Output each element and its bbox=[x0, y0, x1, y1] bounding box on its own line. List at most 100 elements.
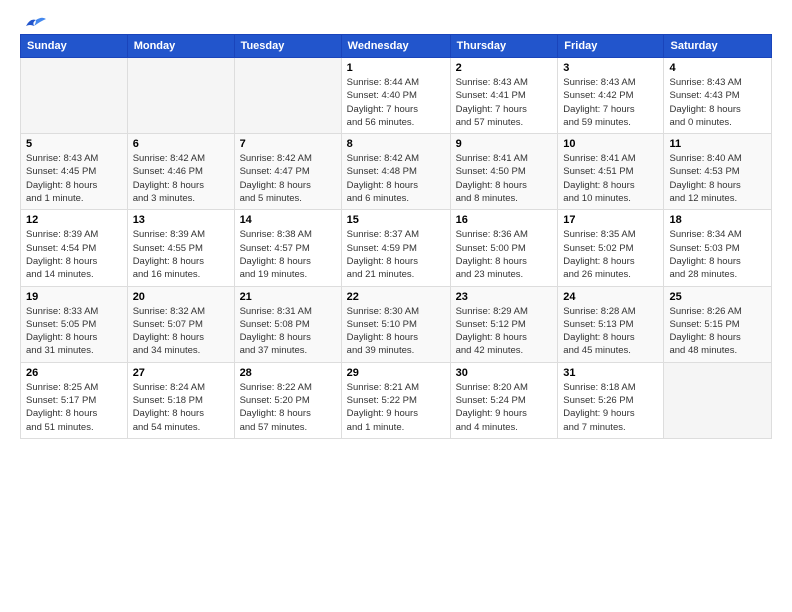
day-info: Sunrise: 8:44 AM Sunset: 4:40 PM Dayligh… bbox=[347, 76, 445, 129]
day-number: 2 bbox=[456, 62, 553, 74]
day-number: 27 bbox=[133, 367, 229, 379]
header bbox=[20, 16, 772, 28]
day-number: 12 bbox=[26, 214, 122, 226]
calendar-cell bbox=[664, 362, 772, 438]
day-number: 6 bbox=[133, 138, 229, 150]
calendar-cell: 9 Sunrise: 8:41 AM Sunset: 4:50 PM Daylig… bbox=[450, 134, 558, 210]
day-info: Sunrise: 8:42 AM Sunset: 4:46 PM Dayligh… bbox=[133, 152, 229, 205]
week-row-4: 19Sunrise: 8:33 AM Sunset: 5:05 PM Dayli… bbox=[21, 286, 772, 362]
day-number: 15 bbox=[347, 214, 445, 226]
day-number: 23 bbox=[456, 291, 553, 303]
day-number: 16 bbox=[456, 214, 553, 226]
day-number: 29 bbox=[347, 367, 445, 379]
calendar-cell: 27 Sunrise: 8:24 AM Sunset: 5:18 PM Dayli… bbox=[127, 362, 234, 438]
calendar-cell bbox=[234, 58, 341, 134]
day-info: Sunrise: 8:21 AM Sunset: 5:22 PM Dayligh… bbox=[347, 381, 445, 434]
calendar-cell: 12 Sunrise: 8:39 AM Sunset: 4:54 PM Dayli… bbox=[21, 210, 128, 286]
day-number: 7 bbox=[240, 138, 336, 150]
day-number: 11 bbox=[669, 138, 766, 150]
day-info: Sunrise: 8:20 AM Sunset: 5:24 PM Dayligh… bbox=[456, 381, 553, 434]
calendar-cell: 14Sunrise: 8:38 AM Sunset: 4:57 PM Dayli… bbox=[234, 210, 341, 286]
day-info: Sunrise: 8:37 AM Sunset: 4:59 PM Dayligh… bbox=[347, 228, 445, 281]
calendar-cell: 11 Sunrise: 8:40 AM Sunset: 4:53 PM Dayli… bbox=[664, 134, 772, 210]
calendar-cell: 28 Sunrise: 8:22 AM Sunset: 5:20 PM Dayli… bbox=[234, 362, 341, 438]
calendar-cell: 29 Sunrise: 8:21 AM Sunset: 5:22 PM Dayli… bbox=[341, 362, 450, 438]
calendar-cell: 16Sunrise: 8:36 AM Sunset: 5:00 PM Dayli… bbox=[450, 210, 558, 286]
calendar-cell: 15 Sunrise: 8:37 AM Sunset: 4:59 PM Dayli… bbox=[341, 210, 450, 286]
day-info: Sunrise: 8:25 AM Sunset: 5:17 PM Dayligh… bbox=[26, 381, 122, 434]
calendar-cell: 25Sunrise: 8:26 AM Sunset: 5:15 PM Dayli… bbox=[664, 286, 772, 362]
calendar-cell: 22Sunrise: 8:30 AM Sunset: 5:10 PM Dayli… bbox=[341, 286, 450, 362]
day-number: 18 bbox=[669, 214, 766, 226]
calendar-cell: 23 Sunrise: 8:29 AM Sunset: 5:12 PM Dayli… bbox=[450, 286, 558, 362]
calendar-cell: 6 Sunrise: 8:42 AM Sunset: 4:46 PM Daylig… bbox=[127, 134, 234, 210]
calendar-cell: 20Sunrise: 8:32 AM Sunset: 5:07 PM Dayli… bbox=[127, 286, 234, 362]
day-info: Sunrise: 8:31 AM Sunset: 5:08 PM Dayligh… bbox=[240, 305, 336, 358]
day-number: 1 bbox=[347, 62, 445, 74]
day-info: Sunrise: 8:40 AM Sunset: 4:53 PM Dayligh… bbox=[669, 152, 766, 205]
calendar-cell: 2 Sunrise: 8:43 AM Sunset: 4:41 PM Daylig… bbox=[450, 58, 558, 134]
col-header-saturday: Saturday bbox=[664, 35, 772, 58]
calendar-cell bbox=[21, 58, 128, 134]
calendar-cell: 30 Sunrise: 8:20 AM Sunset: 5:24 PM Dayli… bbox=[450, 362, 558, 438]
calendar-cell: 5 Sunrise: 8:43 AM Sunset: 4:45 PM Daylig… bbox=[21, 134, 128, 210]
day-info: Sunrise: 8:43 AM Sunset: 4:45 PM Dayligh… bbox=[26, 152, 122, 205]
day-info: Sunrise: 8:41 AM Sunset: 4:51 PM Dayligh… bbox=[563, 152, 658, 205]
day-info: Sunrise: 8:43 AM Sunset: 4:43 PM Dayligh… bbox=[669, 76, 766, 129]
day-number: 4 bbox=[669, 62, 766, 74]
day-number: 26 bbox=[26, 367, 122, 379]
calendar-cell: 17Sunrise: 8:35 AM Sunset: 5:02 PM Dayli… bbox=[558, 210, 664, 286]
week-row-5: 26 Sunrise: 8:25 AM Sunset: 5:17 PM Dayli… bbox=[21, 362, 772, 438]
day-info: Sunrise: 8:41 AM Sunset: 4:50 PM Dayligh… bbox=[456, 152, 553, 205]
calendar-cell: 3 Sunrise: 8:43 AM Sunset: 4:42 PM Daylig… bbox=[558, 58, 664, 134]
day-number: 25 bbox=[669, 291, 766, 303]
day-number: 30 bbox=[456, 367, 553, 379]
calendar-cell: 13Sunrise: 8:39 AM Sunset: 4:55 PM Dayli… bbox=[127, 210, 234, 286]
calendar-cell: 18 Sunrise: 8:34 AM Sunset: 5:03 PM Dayli… bbox=[664, 210, 772, 286]
calendar-cell: 8 Sunrise: 8:42 AM Sunset: 4:48 PM Daylig… bbox=[341, 134, 450, 210]
week-row-3: 12 Sunrise: 8:39 AM Sunset: 4:54 PM Dayli… bbox=[21, 210, 772, 286]
day-info: Sunrise: 8:18 AM Sunset: 5:26 PM Dayligh… bbox=[563, 381, 658, 434]
col-header-monday: Monday bbox=[127, 35, 234, 58]
col-header-thursday: Thursday bbox=[450, 35, 558, 58]
calendar-cell: 21 Sunrise: 8:31 AM Sunset: 5:08 PM Dayli… bbox=[234, 286, 341, 362]
day-number: 31 bbox=[563, 367, 658, 379]
calendar-cell: 19Sunrise: 8:33 AM Sunset: 5:05 PM Dayli… bbox=[21, 286, 128, 362]
logo-bird-icon bbox=[22, 16, 46, 32]
day-info: Sunrise: 8:43 AM Sunset: 4:42 PM Dayligh… bbox=[563, 76, 658, 129]
day-info: Sunrise: 8:34 AM Sunset: 5:03 PM Dayligh… bbox=[669, 228, 766, 281]
day-number: 8 bbox=[347, 138, 445, 150]
day-info: Sunrise: 8:28 AM Sunset: 5:13 PM Dayligh… bbox=[563, 305, 658, 358]
day-number: 3 bbox=[563, 62, 658, 74]
header-row: SundayMondayTuesdayWednesdayThursdayFrid… bbox=[21, 35, 772, 58]
day-info: Sunrise: 8:24 AM Sunset: 5:18 PM Dayligh… bbox=[133, 381, 229, 434]
day-number: 14 bbox=[240, 214, 336, 226]
day-info: Sunrise: 8:22 AM Sunset: 5:20 PM Dayligh… bbox=[240, 381, 336, 434]
page: SundayMondayTuesdayWednesdayThursdayFrid… bbox=[0, 0, 792, 612]
day-info: Sunrise: 8:39 AM Sunset: 4:54 PM Dayligh… bbox=[26, 228, 122, 281]
calendar-cell bbox=[127, 58, 234, 134]
day-number: 21 bbox=[240, 291, 336, 303]
day-info: Sunrise: 8:42 AM Sunset: 4:48 PM Dayligh… bbox=[347, 152, 445, 205]
day-number: 28 bbox=[240, 367, 336, 379]
calendar-cell: 10 Sunrise: 8:41 AM Sunset: 4:51 PM Dayli… bbox=[558, 134, 664, 210]
day-number: 24 bbox=[563, 291, 658, 303]
col-header-wednesday: Wednesday bbox=[341, 35, 450, 58]
day-info: Sunrise: 8:43 AM Sunset: 4:41 PM Dayligh… bbox=[456, 76, 553, 129]
day-info: Sunrise: 8:29 AM Sunset: 5:12 PM Dayligh… bbox=[456, 305, 553, 358]
day-info: Sunrise: 8:30 AM Sunset: 5:10 PM Dayligh… bbox=[347, 305, 445, 358]
calendar-cell: 26 Sunrise: 8:25 AM Sunset: 5:17 PM Dayli… bbox=[21, 362, 128, 438]
day-info: Sunrise: 8:33 AM Sunset: 5:05 PM Dayligh… bbox=[26, 305, 122, 358]
day-info: Sunrise: 8:39 AM Sunset: 4:55 PM Dayligh… bbox=[133, 228, 229, 281]
week-row-2: 5 Sunrise: 8:43 AM Sunset: 4:45 PM Daylig… bbox=[21, 134, 772, 210]
calendar-cell: 1 Sunrise: 8:44 AM Sunset: 4:40 PM Daylig… bbox=[341, 58, 450, 134]
day-number: 5 bbox=[26, 138, 122, 150]
calendar-cell: 31 Sunrise: 8:18 AM Sunset: 5:26 PM Dayli… bbox=[558, 362, 664, 438]
col-header-friday: Friday bbox=[558, 35, 664, 58]
calendar-cell: 7Sunrise: 8:42 AM Sunset: 4:47 PM Daylig… bbox=[234, 134, 341, 210]
day-number: 20 bbox=[133, 291, 229, 303]
day-number: 10 bbox=[563, 138, 658, 150]
col-header-tuesday: Tuesday bbox=[234, 35, 341, 58]
day-number: 9 bbox=[456, 138, 553, 150]
calendar-cell: 4 Sunrise: 8:43 AM Sunset: 4:43 PM Daylig… bbox=[664, 58, 772, 134]
